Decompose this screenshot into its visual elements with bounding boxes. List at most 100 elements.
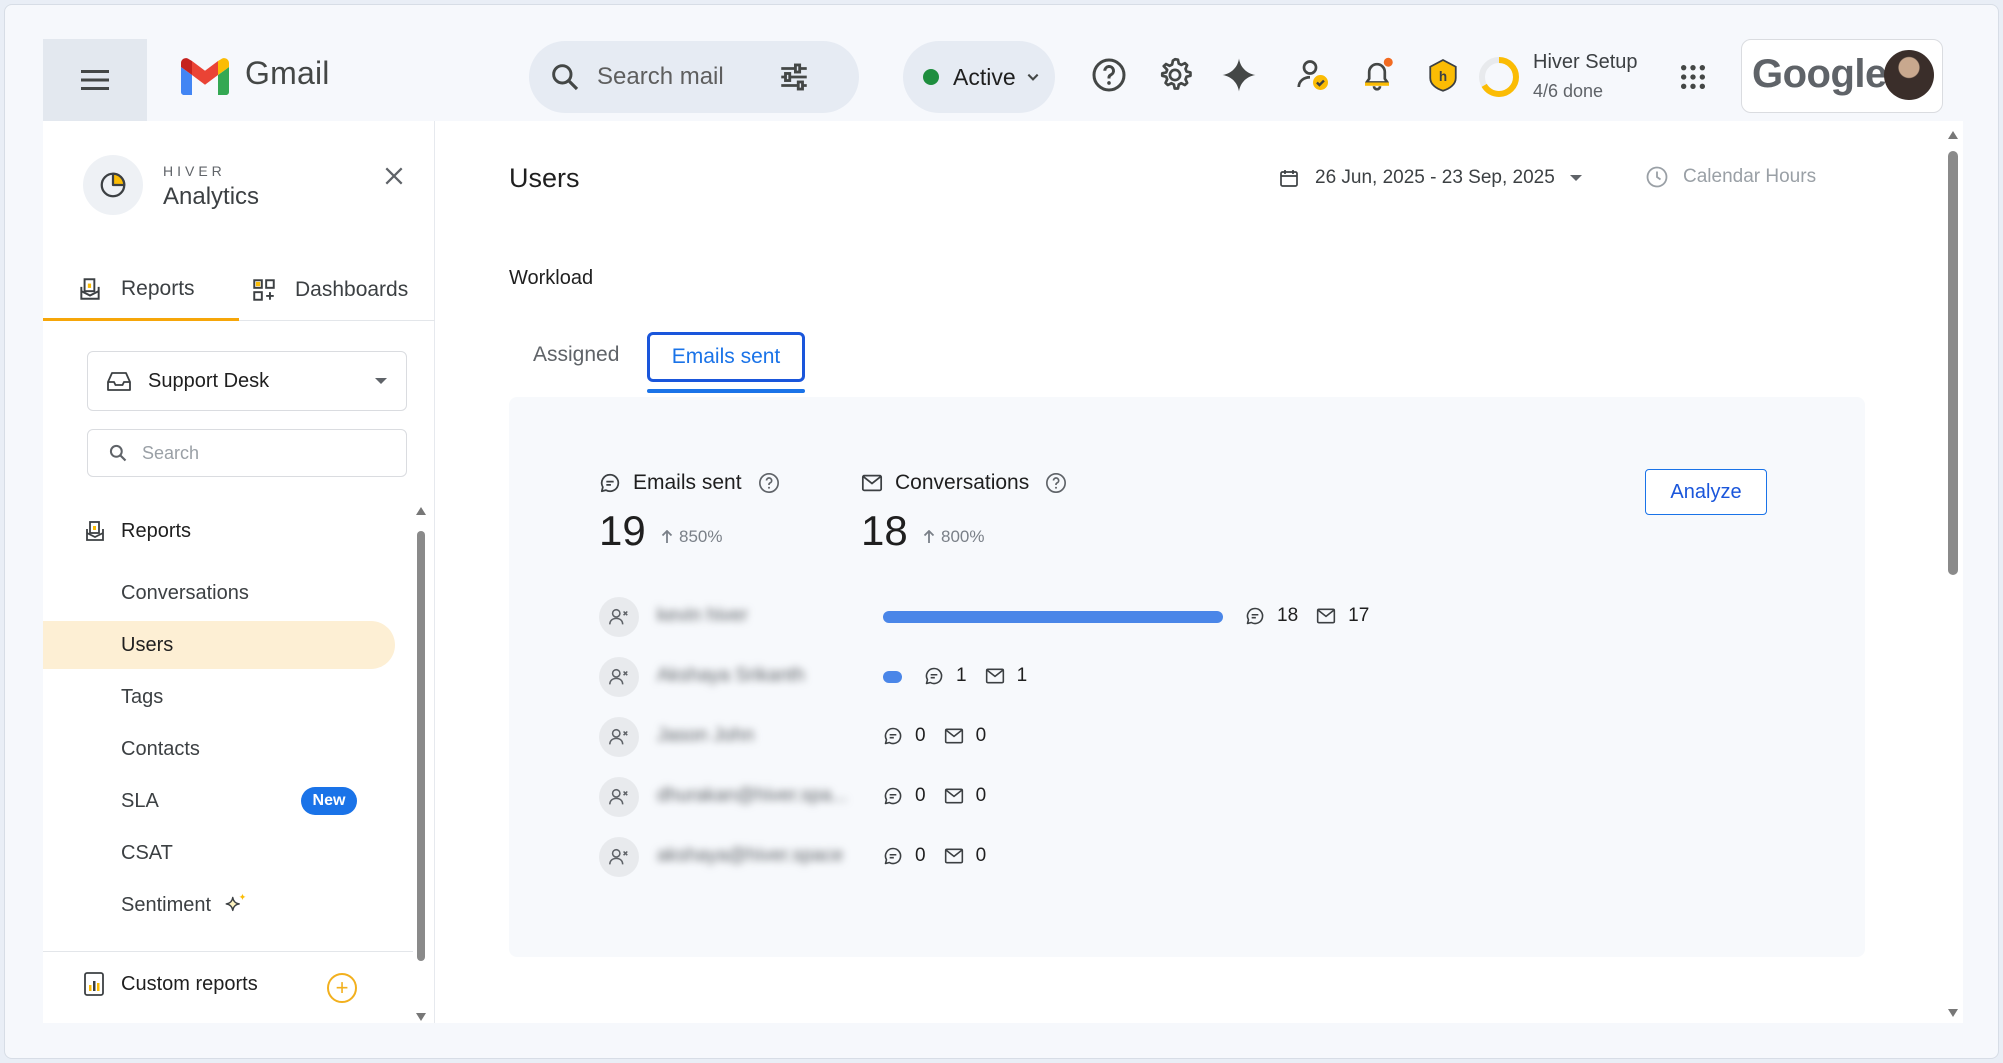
mail-icon <box>944 848 963 864</box>
report-icon <box>86 521 104 541</box>
conversations-count: 0 <box>975 785 987 806</box>
arrow-up-icon <box>923 530 935 543</box>
new-badge: New <box>301 787 357 815</box>
reports-section-header[interactable]: Reports <box>83 519 191 543</box>
report-search-field[interactable] <box>87 429 407 477</box>
user-remove-icon <box>609 788 628 805</box>
sidebar-item-sentiment[interactable]: Sentiment <box>43 881 395 929</box>
sidebar-item-contacts[interactable]: Contacts <box>43 725 395 773</box>
gear-icon[interactable] <box>1157 57 1193 93</box>
user-name: Jason John <box>657 725 755 746</box>
tab-reports-label: Reports <box>121 276 195 300</box>
app-frame: Gmail Search mail Active h Hiver Setup 4… <box>4 4 1999 1059</box>
metric-label: Conversations <box>895 471 1030 494</box>
sidebar-item-csat[interactable]: CSAT <box>43 829 395 877</box>
status-toggle[interactable]: Active <box>903 41 1055 113</box>
tab-reports[interactable]: Reports <box>43 259 239 321</box>
emails-sent-metric-label: Emails sent <box>599 471 780 495</box>
chat-bubble-icon <box>925 667 943 685</box>
add-custom-report-button[interactable]: + <box>327 973 357 1003</box>
brand-name: HIVER <box>163 163 226 179</box>
main-scroll-thumb[interactable] <box>1948 151 1958 575</box>
user-row[interactable]: Akshaya Srikanth 1 1 <box>599 657 1599 697</box>
sidebar-tabs: Reports Dashboards <box>43 259 435 321</box>
emails-count: 1 <box>956 665 967 686</box>
conversations-count: 0 <box>975 725 987 746</box>
tab-emails-sent[interactable]: Emails sent <box>647 332 805 382</box>
sidebar-item-label: Conversations <box>121 581 249 604</box>
help-icon[interactable] <box>1045 472 1067 494</box>
search-input[interactable]: Search mail <box>597 63 765 91</box>
page-title: Users <box>509 163 580 193</box>
mail-icon <box>985 668 1004 684</box>
main-menu-button[interactable] <box>43 39 147 121</box>
sidebar-item-tags[interactable]: Tags <box>43 673 395 721</box>
sidebar-item-label: Users <box>121 633 174 656</box>
status-dot <box>923 69 939 85</box>
mail-icon <box>944 788 963 804</box>
emails-sent-value: 19 <box>599 507 646 554</box>
divider <box>43 951 413 952</box>
user-remove-icon <box>609 608 628 625</box>
clock-icon <box>1646 166 1668 188</box>
report-search-input[interactable] <box>142 442 372 464</box>
sidebar-item-sla[interactable]: SLA New <box>43 777 395 825</box>
main-content: Users 26 Jun, 2025 - 23 Sep, 2025 Calend… <box>435 121 1963 1023</box>
chat-bubble-icon <box>1246 607 1264 625</box>
setup-progress-text: 4/6 done <box>1533 81 1604 101</box>
search-icon[interactable] <box>549 61 581 93</box>
sidebar-scroll-thumb[interactable] <box>417 531 425 961</box>
inbox-select[interactable]: Support Desk <box>87 351 407 411</box>
user-row[interactable]: akshaya@hiver.space 0 0 <box>599 837 1599 877</box>
help-icon[interactable] <box>1091 57 1127 93</box>
user-row[interactable]: kevin hiver 18 17 <box>599 597 1599 637</box>
mail-search-bar[interactable]: Search mail <box>529 41 859 113</box>
conversations-change: 800% <box>923 527 984 547</box>
user-row[interactable]: dhurakan@hiver.spa... 0 0 <box>599 777 1599 817</box>
user-stats: 1 1 <box>924 665 1027 687</box>
tune-icon[interactable] <box>777 60 811 94</box>
custom-reports-link[interactable]: Custom reports <box>83 971 258 997</box>
hours-mode-toggle[interactable]: Calendar Hours <box>1645 165 1816 189</box>
sidebar-item-users[interactable]: Users <box>43 621 395 669</box>
gmail-wordmark: Gmail <box>245 55 330 91</box>
bell-icon[interactable] <box>1359 57 1395 93</box>
dashboard-icon <box>253 279 275 301</box>
active-tab-indicator <box>647 389 805 393</box>
gemini-icon[interactable] <box>1221 57 1257 93</box>
close-icon[interactable] <box>383 165 405 187</box>
analytics-logo <box>83 155 143 215</box>
conversations-count: 17 <box>1348 605 1370 626</box>
conversations-value: 18 <box>861 507 908 554</box>
hiver-shield-icon[interactable]: h <box>1425 57 1461 93</box>
report-icon <box>80 277 100 300</box>
setup-title: Hiver Setup <box>1533 51 1638 73</box>
date-range-picker[interactable]: 26 Jun, 2025 - 23 Sep, 2025 <box>1279 167 1583 189</box>
user-avatar <box>599 717 639 757</box>
chat-bubble-icon <box>884 787 902 805</box>
google-account-button[interactable]: Google <box>1741 39 1943 113</box>
analyze-button[interactable]: Analyze <box>1645 469 1767 515</box>
custom-report-icon <box>84 972 104 996</box>
hiver-setup-progress[interactable]: Hiver Setup 4/6 done <box>1477 51 1657 111</box>
hiver-sidebar: HIVER Analytics Reports Dashboards Suppo… <box>43 121 435 1023</box>
help-icon[interactable] <box>758 472 780 494</box>
user-row[interactable]: Jason John 0 0 <box>599 717 1599 757</box>
tab-dashboards[interactable]: Dashboards <box>251 259 408 321</box>
user-check-icon[interactable] <box>1295 57 1331 93</box>
user-remove-icon <box>609 728 628 745</box>
apps-grid-icon[interactable] <box>1679 63 1707 91</box>
inbox-select-value: Support Desk <box>148 369 270 392</box>
pie-chart-icon <box>100 172 126 198</box>
sidebar-item-label: Sentiment <box>121 893 212 916</box>
user-name: kevin hiver <box>657 605 748 626</box>
google-logo: Google <box>1752 52 1887 96</box>
sidebar-item-label: SLA <box>121 789 159 812</box>
mail-icon <box>1317 608 1336 624</box>
sidebar-item-conversations[interactable]: Conversations <box>43 569 395 617</box>
gmail-logo-icon[interactable] <box>181 57 229 95</box>
avatar[interactable] <box>1884 50 1934 100</box>
emails-count: 0 <box>915 785 926 806</box>
tab-assigned[interactable]: Assigned <box>533 343 619 367</box>
change-value: 850% <box>679 527 723 546</box>
